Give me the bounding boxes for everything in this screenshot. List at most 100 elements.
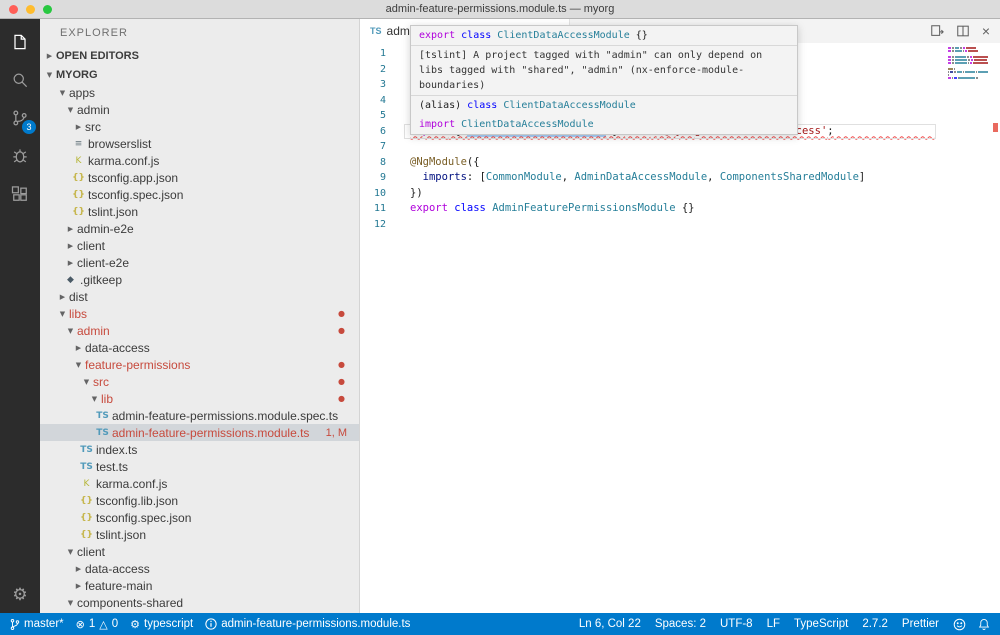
tree-item-label: components-shared (77, 596, 183, 610)
open-changes-icon[interactable] (930, 24, 944, 38)
line-number: 2 (360, 62, 400, 78)
code-line-11[interactable]: 11export class AdminFeaturePermissionsMo… (360, 201, 1000, 217)
karma-file-icon: K (72, 156, 85, 166)
section-open-editors[interactable]: ▶ OPEN EDITORS (40, 46, 359, 65)
code-line-10[interactable]: 10}) (360, 186, 1000, 202)
extensions-icon[interactable] (0, 175, 40, 213)
tree-item-admin-feature-permissions.module.ts[interactable]: TSadmin-feature-permissions.module.ts1, … (40, 424, 359, 441)
tree-item-tslint.json[interactable]: {}tslint.json (40, 526, 359, 543)
tree-item-components-shared[interactable]: ▼components-shared (40, 594, 359, 611)
minimize-window-button[interactable] (26, 5, 35, 14)
line-number: 9 (360, 170, 400, 186)
tree-item-apps[interactable]: ▼apps (40, 84, 359, 101)
tree-item-tsconfig.lib.json[interactable]: {}tsconfig.lib.json (40, 492, 359, 509)
code-text (400, 46, 410, 62)
zoom-window-button[interactable] (43, 5, 52, 14)
chevron-down-icon: ▼ (64, 599, 77, 607)
source-control-icon[interactable]: 3 (0, 99, 40, 137)
status-item-2-7-2[interactable]: 2.7.2 (862, 618, 888, 630)
tree-item-client[interactable]: ▶client (40, 237, 359, 254)
open-editors-label: OPEN EDITORS (56, 50, 139, 62)
window-controls (9, 5, 52, 14)
tree-item-tsconfig.app.json[interactable]: {}tsconfig.app.json (40, 169, 359, 186)
chevron-right-icon: ▶ (72, 582, 85, 590)
minimap[interactable] (948, 47, 988, 83)
status-item-spaces-2[interactable]: Spaces: 2 (655, 618, 706, 630)
settings-gear-icon[interactable]: ⚙ (12, 585, 27, 605)
tree-item-dist[interactable]: ▶dist (40, 288, 359, 305)
sidebar-title: EXPLORER (40, 19, 359, 46)
search-icon[interactable] (0, 61, 40, 99)
tree-item-karma.conf.js[interactable]: Kkarma.conf.js (40, 152, 359, 169)
json-file-icon: {} (72, 190, 85, 200)
tree-item-feature-permissions[interactable]: ▼feature-permissions● (40, 356, 359, 373)
tree-item-src[interactable]: ▼src● (40, 373, 359, 390)
close-editor-icon[interactable]: × (982, 24, 990, 38)
ts-file-icon: TS (80, 462, 93, 472)
tree-item-client-e2e[interactable]: ▶client-e2e (40, 254, 359, 271)
tree-item-admin[interactable]: ▼admin● (40, 322, 359, 339)
code-text (400, 62, 410, 78)
status-item-typescript[interactable]: TypeScript (794, 618, 848, 630)
code-line-8[interactable]: 8@NgModule({ (360, 155, 1000, 171)
explorer-icon[interactable] (0, 23, 40, 61)
info-icon (205, 618, 217, 630)
workspace-root-label: MYORG (56, 69, 98, 81)
code-text: @NgModule({ (400, 155, 480, 171)
tree-item-admin-e2e[interactable]: ▶admin-e2e (40, 220, 359, 237)
status-item-utf-8[interactable]: UTF-8 (720, 618, 753, 630)
tree-item-admin[interactable]: ▼admin (40, 101, 359, 118)
line-number: 3 (360, 77, 400, 93)
tree-item-tsconfig.spec.json[interactable]: {}tsconfig.spec.json (40, 509, 359, 526)
tree-item-karma.conf.js[interactable]: Kkarma.conf.js (40, 475, 359, 492)
sidebar-explorer: EXPLORER ▶ OPEN EDITORS ▼ MYORG ▼apps▼ad… (40, 19, 360, 613)
code-line-7[interactable]: 7 (360, 139, 1000, 155)
tree-item-index.ts[interactable]: TSindex.ts (40, 441, 359, 458)
tree-item-src[interactable]: ▶src (40, 118, 359, 135)
code-text: export class AdminFeaturePermissionsModu… (400, 201, 695, 217)
close-window-button[interactable] (9, 5, 18, 14)
tree-item-label: data-access (85, 341, 150, 355)
problems-indicator[interactable]: ⊗ 1 △ 0 (76, 618, 119, 631)
status-item-prettier[interactable]: Prettier (902, 618, 939, 630)
file-info-status[interactable]: admin-feature-permissions.module.ts (205, 618, 410, 630)
code-line-9[interactable]: 9 imports: [CommonModule, AdminDataAcces… (360, 170, 1000, 186)
tree-item-feature-main[interactable]: ▶feature-main (40, 577, 359, 594)
tree-item-.gitkeep[interactable]: ◆.gitkeep (40, 271, 359, 288)
karma-file-icon: K (80, 479, 93, 489)
tree-item-client[interactable]: ▼client (40, 543, 359, 560)
tree-item-tsconfig.spec.json[interactable]: {}tsconfig.spec.json (40, 186, 359, 203)
line-number: 7 (360, 139, 400, 155)
git-branch-indicator[interactable]: master* (10, 618, 64, 631)
tree-item-libs[interactable]: ▼libs● (40, 305, 359, 322)
json-file-icon: {} (72, 173, 85, 183)
tree-item-src[interactable]: ▶src (40, 611, 359, 613)
tree-item-tslint.json[interactable]: {}tslint.json (40, 203, 359, 220)
tree-item-data-access[interactable]: ▶data-access (40, 560, 359, 577)
code-line-12[interactable]: 12 (360, 217, 1000, 233)
line-number: 5 (360, 108, 400, 124)
feedback-smiley-icon[interactable] (953, 618, 966, 631)
split-editor-icon[interactable] (956, 24, 970, 38)
tree-item-data-access[interactable]: ▶data-access (40, 339, 359, 356)
tree-item-admin-feature-permissions.module.spec.ts[interactable]: TSadmin-feature-permissions.module.spec.… (40, 407, 359, 424)
line-number: 12 (360, 217, 400, 233)
typescript-status[interactable]: ⚙ typescript (130, 618, 193, 631)
section-workspace-root[interactable]: ▼ MYORG (40, 65, 359, 84)
tree-item-browserslist[interactable]: ≡browserslist (40, 135, 359, 152)
tree-item-lib[interactable]: ▼lib● (40, 390, 359, 407)
tree-item-test.ts[interactable]: TStest.ts (40, 458, 359, 475)
hover-code-line: export class ClientDataAccessModule {} (411, 26, 797, 45)
typescript-status-label: typescript (144, 618, 193, 630)
status-item-lf[interactable]: LF (767, 618, 780, 630)
line-number: 10 (360, 186, 400, 202)
chevron-right-icon: ▶ (64, 242, 77, 250)
tree-item-label: data-access (85, 562, 150, 576)
scm-pending-badge: 3 (22, 120, 36, 134)
debug-icon[interactable] (0, 137, 40, 175)
typescript-status-icon: ⚙ (130, 618, 140, 631)
notifications-bell-icon[interactable] (978, 618, 990, 631)
chevron-down-icon: ▼ (72, 361, 85, 369)
status-item-ln-6-col-22[interactable]: Ln 6, Col 22 (579, 618, 641, 630)
line-number: 4 (360, 93, 400, 109)
